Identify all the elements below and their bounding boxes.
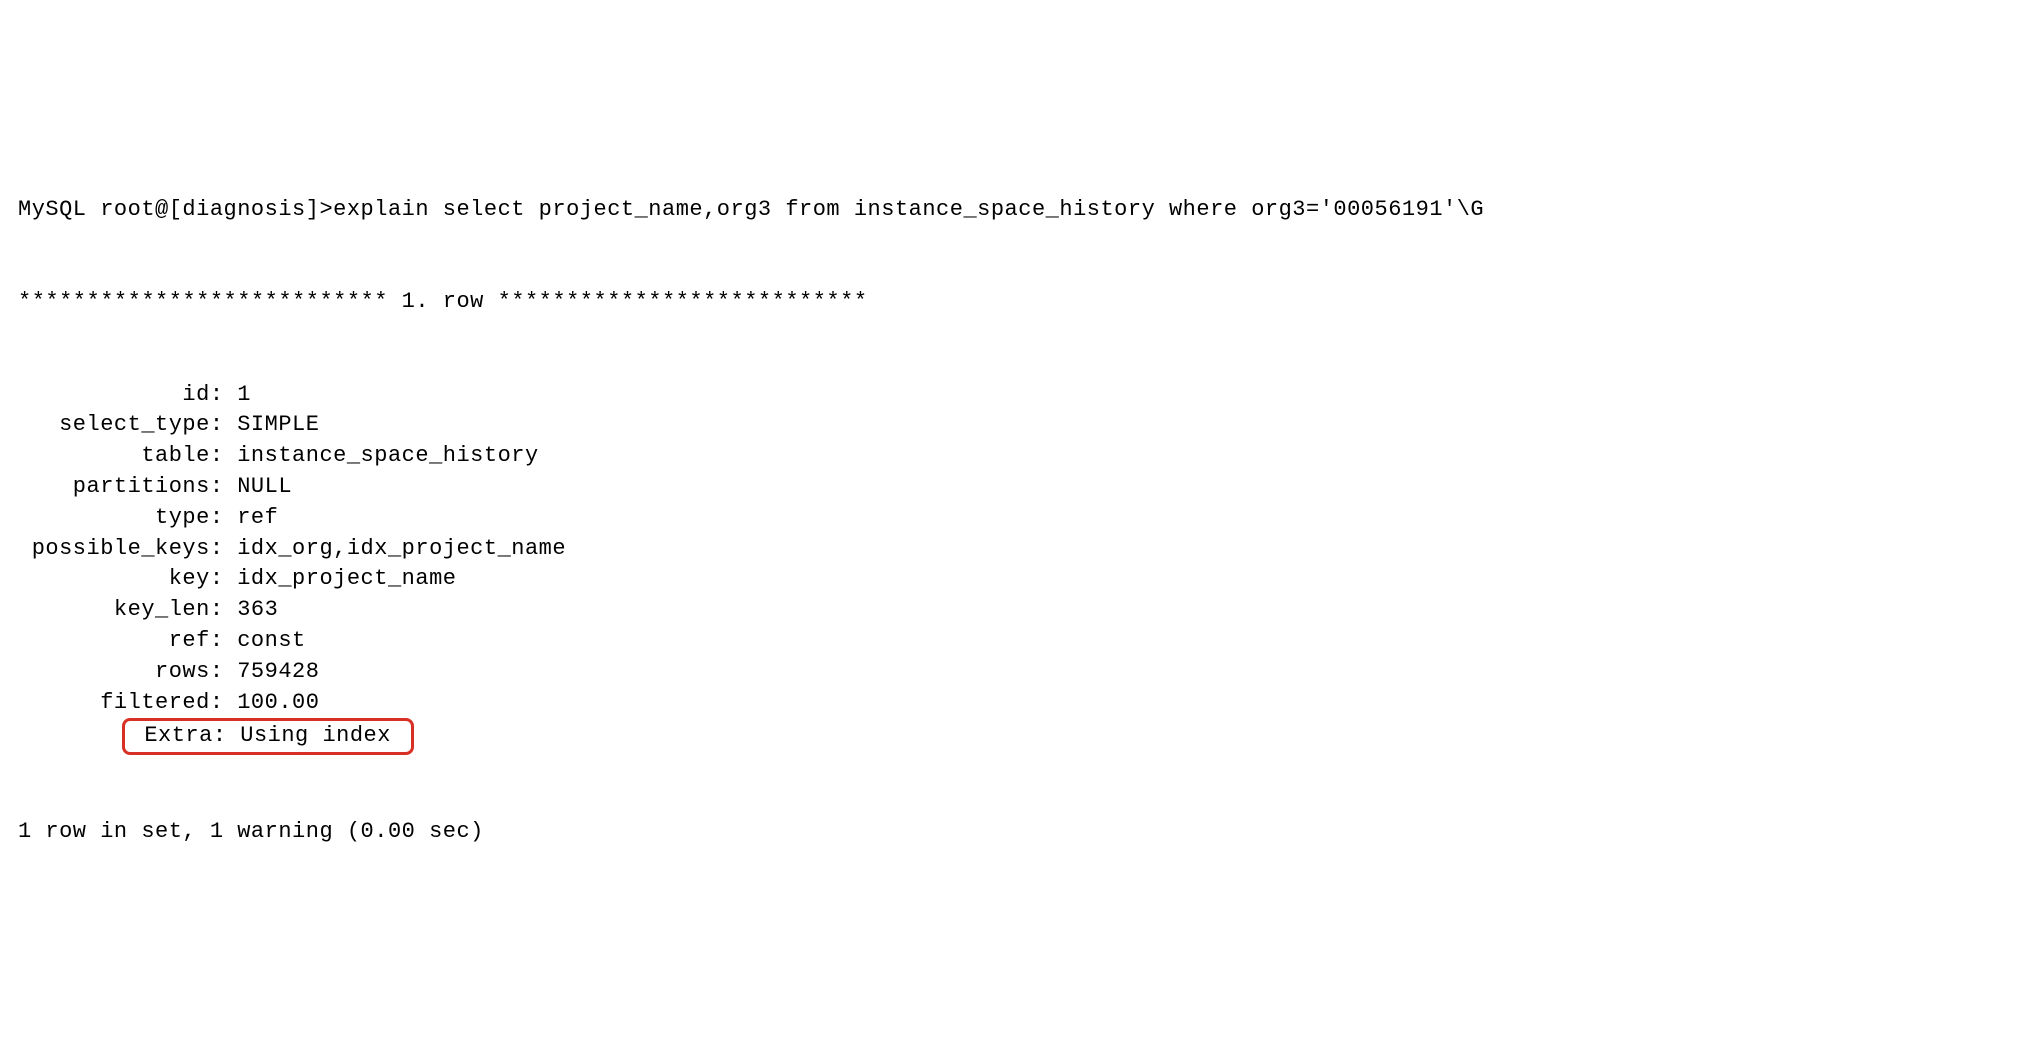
explain-row: rows: 759428 — [18, 657, 2010, 688]
explain-row: id: 1 — [18, 380, 2010, 411]
row-separator: *************************** 1. row *****… — [18, 287, 2010, 318]
explain-row: possible_keys: idx_org,idx_project_name — [18, 534, 2010, 565]
mysql-prompt-line: MySQL root@[diagnosis]>explain select pr… — [18, 195, 2010, 226]
highlighted-extra: Extra: Using index — [122, 718, 414, 755]
explain-row: partitions: NULL — [18, 472, 2010, 503]
result-footer: 1 row in set, 1 warning (0.00 sec) — [18, 817, 2010, 848]
explain-row: key_len: 363 — [18, 595, 2010, 626]
explain-row: Extra: Using index — [18, 718, 2010, 755]
terminal-output: MySQL root@[diagnosis]>explain select pr… — [18, 133, 2010, 878]
explain-row: ref: const — [18, 626, 2010, 657]
explain-row: type: ref — [18, 503, 2010, 534]
explain-rows: id: 1 select_type: SIMPLE table: instanc… — [18, 380, 2010, 756]
explain-row: filtered: 100.00 — [18, 688, 2010, 719]
explain-row: table: instance_space_history — [18, 441, 2010, 472]
explain-row: select_type: SIMPLE — [18, 410, 2010, 441]
explain-row: key: idx_project_name — [18, 564, 2010, 595]
